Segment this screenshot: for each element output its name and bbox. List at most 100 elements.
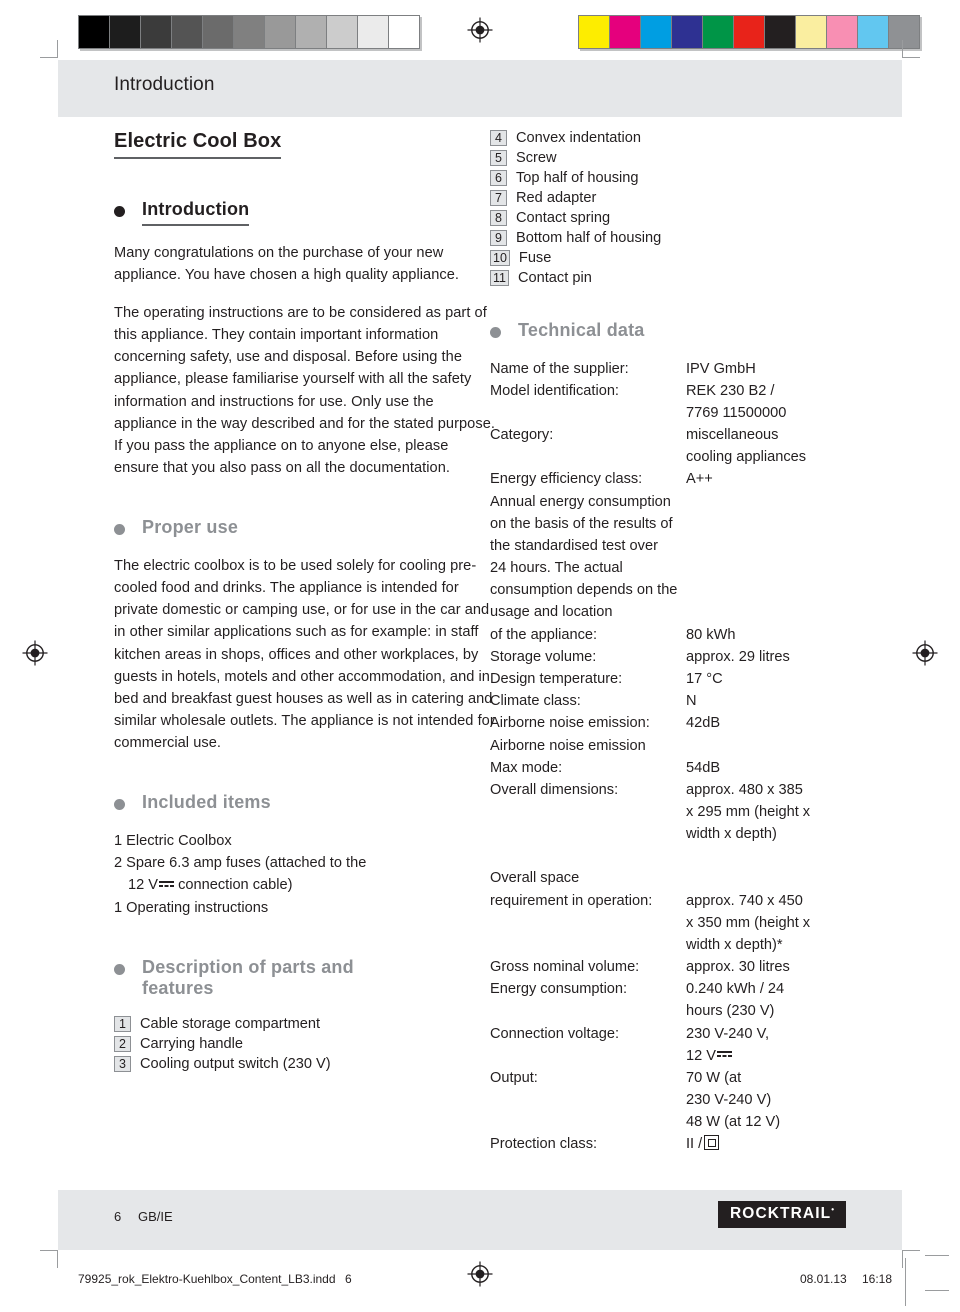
calibration-swatch [296,16,327,48]
table-cell-value: x 350 mm (height x [686,914,811,931]
table-cell-key [490,934,686,956]
table-cell-key: the standardised test over [490,537,658,554]
part-label: Cooling output switch (230 V) [140,1055,331,1072]
table-cell-key [490,446,686,468]
table-cell-key [490,1111,686,1133]
table-row: of the appliance: 80 kWh [490,624,872,646]
table-cell-value: 80 kWh [686,626,736,643]
registered-mark-icon: • [831,1205,834,1214]
crop-mark [57,40,58,58]
table-row: Category: miscellaneous [490,424,872,446]
part-number-box: 5 [490,150,507,166]
locale-code: GB/IE [138,1209,173,1224]
table-cell-key: Annual energy consumption [490,493,671,510]
part-number-box: 10 [490,250,510,266]
part-number-box: 8 [490,210,507,226]
slug-time: 16:18 [862,1272,893,1286]
crop-mark [40,57,58,58]
color-calibration-bar [578,15,920,49]
table-row: Gross nominal volume: approx. 30 litres [490,956,872,978]
table-cell-value: miscellaneous [686,427,779,444]
part-number-box: 7 [490,190,507,206]
table-cell-value: hours (230 V) [686,1003,775,1020]
list-item-continuation: 12 V connection cable) [114,874,496,896]
part-list-item: 8 Contact spring [490,210,872,226]
table-row: the standardised test over [490,535,872,557]
list-item: 1 Electric Coolbox [114,830,496,852]
table-row: Max mode: 54dB [490,757,872,779]
section-heading-introduction: Introduction [114,199,496,226]
list-item-label: 1 Electric Coolbox [114,833,232,850]
table-row: Overall space [490,867,872,889]
table-cell-value: REK 230 B2 / [686,382,775,399]
crop-mark [925,1255,949,1256]
table-row: Protection class: II / [490,1133,872,1155]
part-number-box: 6 [490,170,507,186]
part-label: Top half of housing [516,169,639,186]
calibration-swatch [265,16,296,48]
section-heading-label: Technical data [518,320,645,340]
parts-list-left: 1 Cable storage compartment 2 Carrying hand… [114,1015,496,1072]
table-cell-key: Design temperature: [490,671,623,687]
table-cell-key: on the basis of the results of [490,515,673,532]
table-cell-value [686,735,872,757]
part-number-box: 9 [490,230,507,246]
part-list-item: 11 Contact pin [490,270,872,286]
table-cell-value [686,491,872,513]
table-cell-key: requirement in operation: [490,892,653,909]
part-list-item: 7 Red adapter [490,190,872,206]
table-row: Energy consumption: 0.240 kWh / 24 [490,978,872,1000]
part-label: Carrying handle [140,1035,244,1052]
part-label: Contact pin [517,269,592,286]
calibration-swatch [327,16,358,48]
table-cell-key: Max mode: [490,759,563,776]
table-cell-key: Overall dimensions: [490,781,619,798]
page-footer: 6 GB/IE ROCKTRAIL• [58,1190,902,1250]
bullet-icon [114,206,125,217]
part-number-box: 1 [114,1015,131,1032]
table-cell-key: consumption depends on the [490,582,678,599]
crop-mark [902,1250,920,1251]
right-column: 4 Convex indentation 5 Screw 6 Top half of ho… [490,130,872,1156]
calibration-swatch [203,16,234,48]
table-row: 24 hours. The actual [490,557,872,579]
table-row: 48 W (at 12 V) [490,1111,872,1133]
table-row: hours (230 V) [490,1000,872,1022]
table-cell-value: approx. 29 litres [686,648,790,665]
bullet-icon [114,963,125,975]
calibration-swatch [734,16,765,48]
table-cell-key: Storage volume: [490,648,597,665]
part-label: Cable storage compartment [140,1015,321,1032]
calibration-swatch [579,16,610,48]
list-item-label-tail: connection cable) [174,877,293,894]
part-list-item: 10 Fuse [490,250,872,266]
table-cell-value [686,535,872,557]
crop-mark [902,1250,903,1268]
table-cell-value: 230 V-240 V) [686,1092,772,1109]
part-label: Convex indentation [516,129,641,146]
table-cell-key: usage and location [490,604,613,621]
table-row: usage and location [490,601,872,623]
crop-mark [902,57,920,58]
double-insulation-icon [704,1135,720,1151]
calibration-swatch [796,16,827,48]
part-label: Contact spring [516,209,611,226]
table-cell-key: Category: [490,427,554,444]
table-row: Connection voltage: 230 V-240 V, [490,1023,872,1045]
table-cell-key [490,801,686,823]
proper-use-paragraph: The electric coolbox is to be used solel… [114,557,495,752]
table-cell-key [490,912,686,934]
table-cell-key [490,823,686,845]
table-cell-key: 24 hours. The actual [490,560,623,577]
table-row: consumption depends on the [490,579,872,601]
document-page: Introduction Electric Cool Box Introduct… [58,60,902,1250]
bullet-icon [114,799,125,811]
slug-filename: 79925_rok_Elektro-Kuehlbox_Content_LB3.i… [78,1272,336,1286]
intro-paragraph-2: The operating instructions are to be con… [114,304,495,477]
table-cell-value: 42dB [686,715,721,732]
technical-data-table: Name of the supplier: IPV GmbH Model ident… [490,358,872,1156]
calibration-swatch [858,16,889,48]
section-heading-included-items: Included items [114,792,496,814]
table-row: on the basis of the results of [490,513,872,535]
table-cell-key [490,1045,686,1067]
